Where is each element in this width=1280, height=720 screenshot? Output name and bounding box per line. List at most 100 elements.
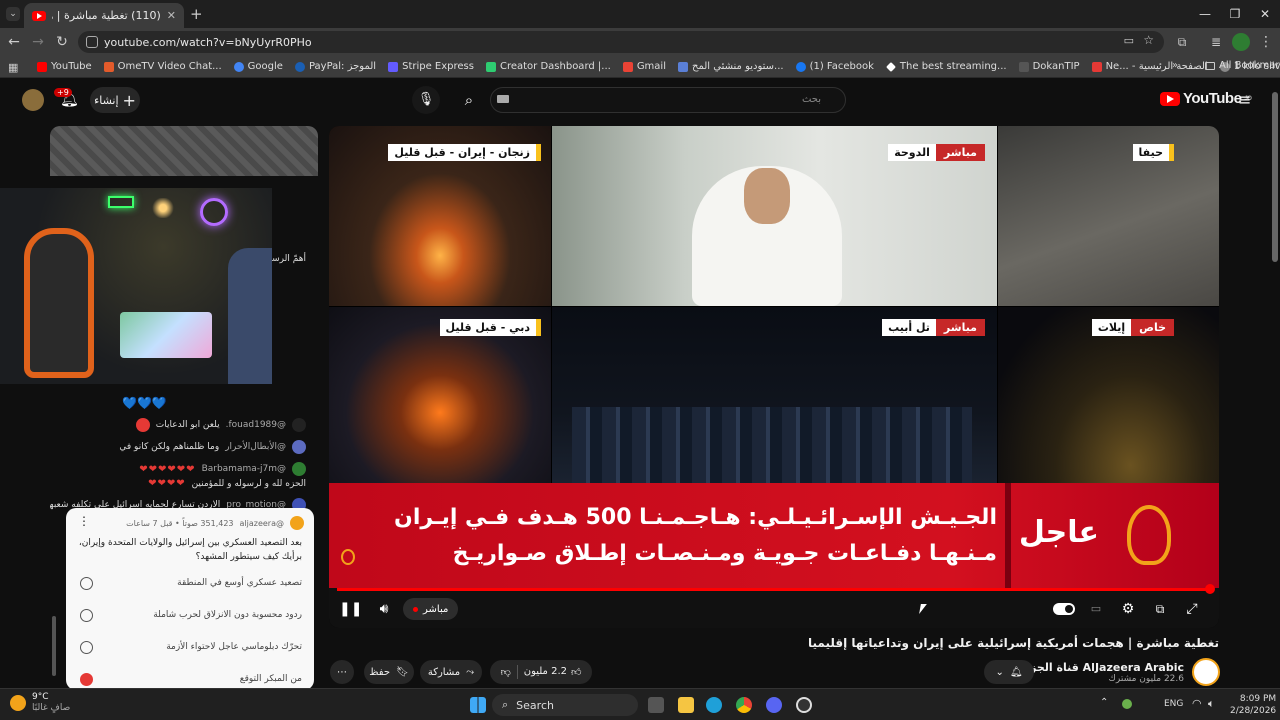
browser-tab[interactable]: (110) تغطية مباشرة | هجمات ✕ bbox=[24, 3, 184, 28]
like-button[interactable]: 👍︎ 2.2 مليون bbox=[524, 666, 582, 678]
facebook-icon bbox=[795, 61, 806, 72]
bookmark-item[interactable]: OmeTV Video Chat... bbox=[99, 61, 227, 72]
miniplayer-icon[interactable]: ⧉ bbox=[1149, 598, 1171, 620]
browser-menu-icon[interactable]: ⋮ bbox=[1256, 32, 1276, 52]
media-icon[interactable]: ≣ bbox=[1206, 32, 1226, 52]
account-avatar[interactable] bbox=[22, 89, 44, 111]
back-icon[interactable]: ← bbox=[4, 32, 24, 52]
video-player[interactable]: زنجان - إيران - قبل قليل الدوحة مباشر حيف… bbox=[329, 126, 1219, 628]
bookmark-item[interactable]: Gmail bbox=[618, 61, 671, 72]
fullscreen-icon[interactable]: ⤢ bbox=[1181, 598, 1203, 620]
reload-icon[interactable]: ↻ bbox=[52, 32, 72, 52]
aljazeera-logo-icon bbox=[1127, 505, 1171, 565]
bookmark-item[interactable]: YouTube bbox=[32, 61, 97, 72]
cast-icon[interactable]: ▭ bbox=[1124, 34, 1134, 47]
radio-icon[interactable] bbox=[80, 608, 93, 622]
settings-gear-icon[interactable]: ⚙ bbox=[1117, 598, 1139, 620]
bookmark-item[interactable]: (1) Facebook bbox=[791, 61, 879, 72]
tray-status-icon[interactable] bbox=[1122, 699, 1132, 709]
live-indicator[interactable]: مباشر bbox=[403, 598, 459, 620]
avatar bbox=[292, 440, 306, 454]
profile-avatar[interactable] bbox=[1232, 33, 1250, 51]
bookmark-item[interactable]: Ne... - الصفحة الرئيسية bbox=[1087, 61, 1213, 72]
minimize-icon[interactable]: — bbox=[1190, 4, 1220, 24]
channel-name[interactable]: AlJazeera Arabic قناة الجزيرة bbox=[1013, 661, 1184, 674]
share-button[interactable]: ⤳ مشاركة bbox=[420, 660, 482, 684]
channel-avatar bbox=[290, 516, 304, 530]
discord-icon[interactable] bbox=[766, 697, 782, 713]
light-sparkle-icon bbox=[148, 198, 178, 218]
progress-bar[interactable] bbox=[337, 588, 1211, 591]
volume-icon[interactable]: 🔊︎ bbox=[373, 598, 395, 620]
autoplay-toggle[interactable] bbox=[1053, 603, 1075, 615]
poll-header: @aljazeera 351,423 صوتاً • قبل 7 ساعات bbox=[126, 516, 304, 530]
tab-search-icon[interactable]: ⌄ bbox=[6, 7, 20, 21]
page-scrollbar[interactable] bbox=[1272, 92, 1278, 262]
pause-icon[interactable]: ❚❚ bbox=[339, 598, 362, 620]
bookmark-item[interactable]: Creator Dashboard |... bbox=[481, 61, 616, 72]
poll-option[interactable]: تصعيد عسكري أوسع في المنطقة bbox=[80, 572, 302, 594]
bookmark-item[interactable]: DokanTIP bbox=[1014, 61, 1085, 72]
speaker-icon[interactable]: 🔈︎ bbox=[1208, 697, 1215, 711]
bookmark-item[interactable]: The best streaming... bbox=[881, 61, 1012, 72]
chat-message[interactable]: @fouad1989. يلعن ابو الدعايات bbox=[135, 418, 306, 432]
save-button[interactable]: 🔖︎ حفظ bbox=[364, 660, 414, 684]
chat-message[interactable]: @الأبطال‌الأحرار‌ وما ظلمناهم ولكن كانو … bbox=[119, 440, 306, 454]
poll-option[interactable]: من المبكر التوقع bbox=[80, 668, 302, 690]
all-bookmarks-folder[interactable]: All Bookmarks bbox=[1200, 60, 1280, 71]
subscribe-bell-button[interactable]: 🔔︎ ⌄ bbox=[984, 660, 1034, 684]
poll-option[interactable]: ردود محسوبة دون الانزلاق لحرب شاملة bbox=[80, 604, 302, 626]
clock[interactable]: 8:09 PM 2/28/2026 bbox=[1230, 693, 1276, 717]
more-bookmarks-icon[interactable]: » bbox=[1172, 60, 1178, 71]
youtube-header: 🔔︎ +9 إنشاء + 🎙︎ ⌕ بحث YouTube JO ≡ bbox=[0, 80, 1280, 120]
poll-option[interactable]: تحرّك دبلوماسي عاجل لاحتواء الأزمة bbox=[80, 636, 302, 658]
plus-icon: + bbox=[122, 90, 136, 110]
voice-search-icon[interactable]: 🎙︎ bbox=[412, 86, 440, 114]
bookmark-item[interactable]: ستوديو منشئي المح... bbox=[673, 61, 789, 72]
breaking-headline-line2: مـنـهـا دفـاعـات جـويـة ومـنـصـات إطـلاق… bbox=[452, 541, 997, 566]
radio-icon[interactable] bbox=[80, 672, 93, 686]
apps-grid-icon[interactable]: ▦ bbox=[8, 61, 18, 74]
create-button[interactable]: إنشاء + bbox=[90, 87, 140, 113]
chat-message[interactable]: الحزه لله و لرسوله و للمؤمنين ❤❤❤❤ bbox=[148, 478, 306, 489]
new-tab-button[interactable]: + bbox=[190, 5, 203, 23]
radio-icon[interactable] bbox=[80, 640, 93, 654]
keyboard-icon[interactable] bbox=[497, 95, 509, 103]
address-bar[interactable]: youtube.com/watch?v=bNyUyrR0PHo ▭ ☆ bbox=[78, 31, 1164, 53]
bookmark-item[interactable]: Stripe Express bbox=[383, 61, 479, 72]
wifi-icon[interactable]: ◠ bbox=[1192, 697, 1202, 710]
chat-scrollbar[interactable] bbox=[52, 616, 56, 676]
keyboard-language[interactable]: ENG bbox=[1164, 699, 1183, 709]
search-input[interactable]: بحث bbox=[490, 87, 846, 113]
subtitles-icon[interactable]: ▭ bbox=[1085, 598, 1107, 620]
more-options-icon[interactable]: ⋮ bbox=[78, 514, 90, 528]
bookmark-item[interactable]: Google bbox=[229, 61, 288, 72]
edge-icon[interactable] bbox=[706, 697, 722, 713]
hamburger-menu-icon[interactable]: ≡ bbox=[1238, 90, 1251, 109]
chrome-icon[interactable] bbox=[736, 697, 752, 713]
chat-message[interactable]: @Barbamama-j7m ❤❤❤❤❤❤ bbox=[139, 462, 306, 476]
site-info-icon[interactable] bbox=[86, 36, 98, 48]
channel-avatar[interactable] bbox=[1192, 658, 1220, 686]
radio-icon[interactable] bbox=[80, 576, 93, 590]
tray-chevron-icon[interactable]: ⌃ bbox=[1100, 697, 1108, 708]
taskbar-search[interactable]: ⌕ Search bbox=[492, 694, 638, 716]
windows-start-icon[interactable] bbox=[470, 697, 486, 713]
weather-widget[interactable]: 9°C صافٍ غالبًا bbox=[10, 692, 70, 714]
thumbs-down-icon[interactable]: 👎︎ bbox=[501, 666, 511, 678]
search-button[interactable]: ⌕ bbox=[452, 86, 486, 114]
bookmark-item[interactable]: PayPal: الموجز bbox=[290, 61, 381, 72]
save-bookmark-icon: 🔖︎ bbox=[396, 666, 409, 678]
close-tab-icon[interactable]: ✕ bbox=[167, 9, 176, 22]
file-explorer-icon[interactable] bbox=[678, 697, 694, 713]
location-label: تل أبيب مباشر bbox=[882, 319, 985, 336]
progress-scrubber[interactable] bbox=[1205, 584, 1215, 594]
maximize-icon[interactable]: ❐ bbox=[1220, 4, 1250, 24]
more-actions-button[interactable]: ⋯ bbox=[330, 660, 354, 684]
extensions-icon[interactable]: ⧉ bbox=[1172, 32, 1192, 52]
bookmark-star-icon[interactable]: ☆ bbox=[1143, 33, 1154, 47]
close-window-icon[interactable]: ✕ bbox=[1250, 4, 1280, 24]
forward-icon[interactable]: → bbox=[28, 32, 48, 52]
app-icon[interactable] bbox=[796, 697, 812, 713]
task-view-icon[interactable] bbox=[648, 697, 664, 713]
